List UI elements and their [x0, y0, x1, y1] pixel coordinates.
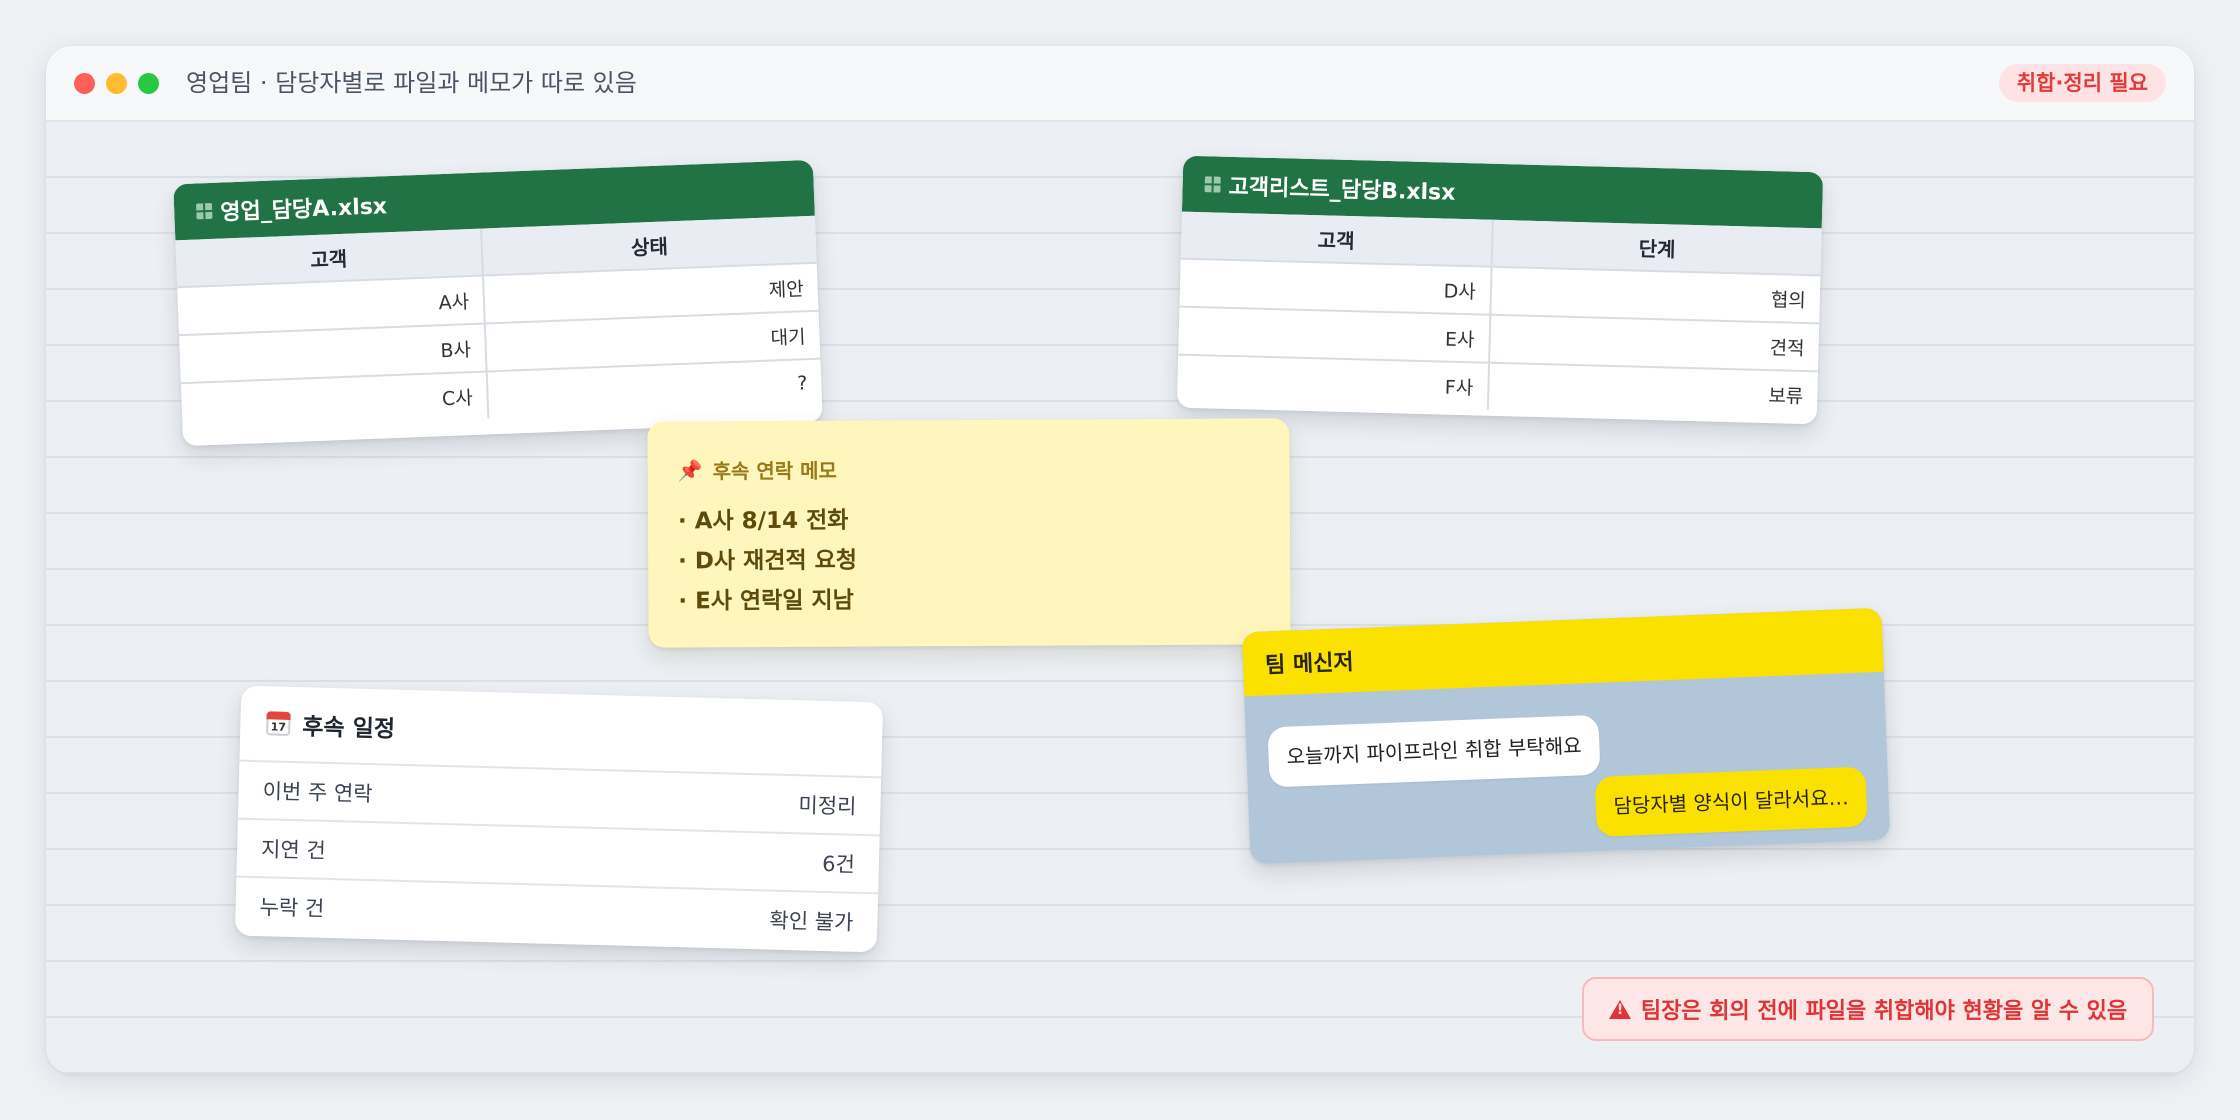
memo-line: · D사 재견적 요청: [678, 547, 858, 575]
status-badge: 취합·정리 필요: [1998, 64, 2166, 102]
table-cell[interactable]: D사: [1179, 258, 1492, 315]
table-cell[interactable]: 협의: [1490, 266, 1821, 324]
memo-lines: · A사 8/14 전화 · D사 재견적 요청 · E사 연락일 지남: [678, 501, 857, 622]
spreadsheet-icon: [1204, 176, 1221, 193]
spreadsheet-table: 고객 상태 A사 제안 B사 대기 C사 ?: [175, 215, 822, 431]
schedule-label: 이번 주 연락: [262, 779, 373, 807]
close-window-button[interactable]: [74, 73, 95, 94]
table-cell[interactable]: E사: [1178, 306, 1491, 363]
memo-title: 후속 연락 메모: [712, 458, 837, 484]
sticky-memo[interactable]: 📌 후속 연락 메모 · A사 8/14 전화 · D사 재견적 요청 · E사…: [647, 418, 1291, 648]
column-header: 단계: [1491, 219, 1822, 276]
maximize-window-button[interactable]: [138, 73, 159, 94]
window-title: 영업팀 · 담당자별로 파일과 메모가 따로 있음: [186, 69, 637, 97]
minimize-window-button[interactable]: [106, 73, 127, 94]
schedule-card[interactable]: 17 후속 일정 이번 주 연락 미정리 지연 건 6건 누락 건 확인 불가: [234, 685, 884, 953]
pushpin-icon: 📌: [677, 457, 703, 483]
title-bar: 영업팀 · 담당자별로 파일과 메모가 따로 있음 취합·정리 필요: [46, 46, 2194, 122]
memo-line: · A사 8/14 전화: [677, 507, 849, 535]
table-cell[interactable]: 보류: [1488, 363, 1818, 419]
column-header: 고객: [1180, 211, 1493, 267]
schedule-value: 6건: [821, 851, 856, 877]
chat-bubble-outgoing[interactable]: 담당자별 양식이 달라서요…: [1594, 766, 1868, 837]
warning-banner: 팀장은 회의 전에 파일을 취합해야 현황을 알 수 있음: [1582, 977, 2154, 1041]
spreadsheet-filename: 고객리스트_담당B.xlsx: [1228, 174, 1456, 206]
schedule-value: 미정리: [798, 793, 857, 819]
calendar-icon: 17: [266, 711, 291, 736]
schedule-title: 후속 일정: [301, 714, 396, 743]
table-cell[interactable]: F사: [1176, 354, 1489, 410]
spreadsheet-card-b[interactable]: 고객리스트_담당B.xlsx 고객 단계 D사 협의 E사 견적 F사 보류: [1176, 155, 1824, 425]
memo-line: · E사 연락일 지남: [678, 587, 854, 615]
spreadsheet-filename: 영업_담당A.xlsx: [219, 194, 388, 226]
table-cell[interactable]: 견적: [1488, 314, 1820, 372]
warning-text: 팀장은 회의 전에 파일을 취합해야 현황을 알 수 있음: [1640, 999, 2128, 1024]
schedule-label: 지연 건: [260, 837, 327, 863]
memo-title-row: 📌 후속 연락 메모: [678, 455, 837, 485]
spreadsheet-table: 고객 단계 D사 협의 E사 견적 F사 보류: [1176, 211, 1822, 419]
warning-icon: [1608, 999, 1631, 1019]
schedule-value: 확인 불가: [769, 908, 854, 935]
schedule-label: 누락 건: [259, 895, 325, 921]
chat-bubble-incoming[interactable]: 오늘까지 파이프라인 취합 부탁해요: [1267, 714, 1601, 788]
spreadsheet-icon: [195, 202, 213, 220]
team-messenger[interactable]: 팀 메신저 오늘까지 파이프라인 취합 부탁해요 담당자별 양식이 달라서요…: [1241, 607, 1891, 865]
spreadsheet-card-a[interactable]: 영업_담당A.xlsx 고객 상태 A사 제안 B사 대기 C사 ?: [173, 159, 823, 447]
